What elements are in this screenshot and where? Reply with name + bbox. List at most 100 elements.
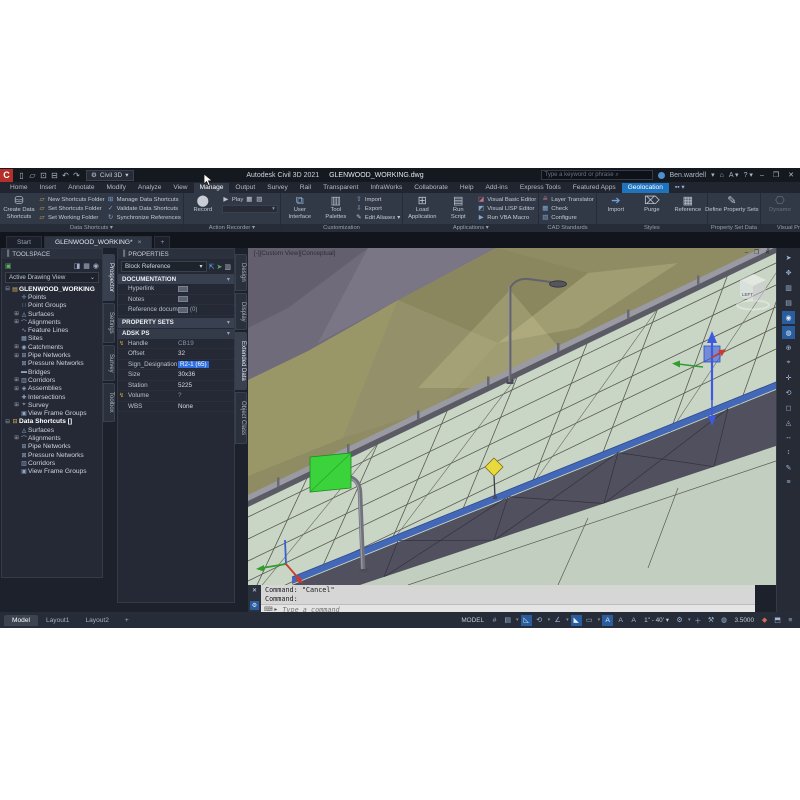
visual-lisp-editor-button[interactable]: ◩Visual LISP Editor (477, 205, 536, 213)
properties-tab-extended-data[interactable]: Extended Data (235, 332, 247, 390)
viewport-controls[interactable]: [-][Custom View][Conceptual] (254, 250, 335, 257)
tree-item-point-groups[interactable]: ∷Point Groups (2, 302, 102, 310)
ribbon-tab-insert[interactable]: Insert (34, 183, 63, 193)
section-property-sets[interactable]: PROPERTY SETS▾ (118, 318, 234, 328)
user-interface-button[interactable]: ⧉UserInterface (283, 194, 317, 220)
pointer-tool-icon[interactable]: ➤ (782, 251, 795, 264)
layout-tab--[interactable]: + (117, 615, 137, 626)
measure-tool-icon[interactable]: ⌖ (782, 356, 795, 369)
isolate-objects-icon[interactable]: ⬒ (772, 615, 783, 626)
chevron-down-icon[interactable]: ▾ (548, 617, 551, 623)
expand-icon[interactable]: ⊞ (13, 344, 20, 350)
annotation-visibility-icon[interactable]: A (602, 615, 613, 626)
ribbon-tab-rail[interactable]: Rail (294, 183, 317, 193)
panel-label[interactable]: Customization (281, 224, 402, 232)
record-button[interactable]: ⬤Record (186, 194, 220, 214)
drag-grip-icon[interactable]: ▐ (5, 251, 9, 257)
expand-icon[interactable]: ⊞ (13, 319, 20, 325)
ribbon-tab-view[interactable]: View (167, 183, 193, 193)
chevron-down-icon[interactable]: ▾ (598, 617, 601, 623)
section-tool-icon[interactable]: ◬ (782, 416, 795, 429)
import-customization-button[interactable]: ⇧Import (355, 196, 400, 204)
help-icon[interactable]: ◉ (93, 262, 99, 270)
play-macro-button[interactable]: ▶Play▦▨ (222, 196, 278, 204)
new-drawing-tab-button[interactable]: + (154, 236, 170, 248)
tool-palettes-button[interactable]: ▥ToolPalettes (319, 194, 353, 220)
manage-data-shortcuts-button[interactable]: ⊞Manage Data Shortcuts (107, 196, 181, 204)
browse-button[interactable] (178, 296, 188, 302)
define-property-sets-button[interactable]: ✎Define Property Sets (710, 194, 754, 214)
ribbon-tab-output[interactable]: Output (229, 183, 261, 193)
list-tool-icon[interactable]: ≡ (782, 476, 795, 489)
panel-label[interactable]: Property Set Data (708, 224, 760, 232)
elevation-tool-icon[interactable]: ↕ (782, 446, 795, 459)
panorama-icon[interactable]: ◨ (74, 262, 81, 270)
collapse-icon[interactable]: ⊟ (4, 419, 11, 425)
ribbon-tab-geolocation[interactable]: Geolocation (622, 183, 669, 193)
tree-item-alignments[interactable]: ⊞⌒Alignments (2, 434, 102, 442)
autodesk-a-icon[interactable]: A ▾ (729, 171, 739, 179)
plot-icon[interactable]: ⊟ (49, 171, 60, 180)
reference-styles-button[interactable]: ▦Reference (671, 194, 705, 214)
new-shortcuts-folder-button[interactable]: ▱New Shortcuts Folder (38, 196, 105, 204)
property-value[interactable]: R2-1 (65) (178, 361, 209, 368)
export-customization-button[interactable]: ⇩Export (355, 205, 400, 213)
properties-tab-display[interactable]: Display (235, 293, 247, 331)
chevron-down-icon[interactable]: ▾ (688, 617, 691, 623)
restore-button[interactable]: ❐ (771, 171, 781, 179)
panel-label[interactable]: Styles (597, 224, 707, 232)
tree-item-corridors[interactable]: ⊞▥Corridors (2, 376, 102, 384)
status-value[interactable]: 3.5000 (731, 617, 757, 624)
app-store-icon[interactable]: ⌂ (720, 172, 724, 179)
customize-command-icon[interactable]: ⚙ (250, 601, 259, 610)
performance-icon[interactable]: ◆ (759, 615, 770, 626)
chevron-down-icon[interactable]: ▾ (711, 171, 715, 179)
section-adsk-ps[interactable]: ADSK PS▾ (118, 329, 234, 339)
drawing-viewport[interactable]: LEFT [-][Custom View][Conceptual] ‒ ❐ ✕ (248, 248, 776, 585)
tree-item-pipe-networks[interactable]: ⊞⊞Pipe Networks (2, 351, 102, 359)
ribbon-tab--[interactable]: ▪▪ ▾ (669, 182, 691, 193)
ribbon-tab-home[interactable]: Home (4, 183, 34, 193)
viewport-window-buttons[interactable]: ‒ ❐ ✕ (745, 249, 772, 256)
tree-item-pressure-networks[interactable]: ⊠Pressure Networks (2, 451, 102, 459)
box-tool-icon[interactable]: ◻ (782, 401, 795, 414)
snap-icon[interactable]: ▤ (502, 615, 513, 626)
browse-button[interactable] (178, 286, 188, 292)
panel-label[interactable]: Applications ▾ (403, 224, 538, 232)
close-command-icon[interactable]: ✕ (252, 587, 257, 594)
palette-tool-icon[interactable]: ▥ (782, 281, 795, 294)
validate-data-shortcuts-button[interactable]: ✓Validate Data Shortcuts (107, 205, 181, 213)
toolspace-tab-toolbox[interactable]: Toolbox (103, 383, 115, 422)
annotation-scale[interactable]: 1" - 40' ▾ (641, 616, 672, 624)
edit-tool-icon[interactable]: ✎ (782, 461, 795, 474)
drag-grip-icon[interactable]: ▐ (121, 251, 125, 257)
workspace-icon[interactable]: ⚙ (674, 615, 685, 626)
property-value[interactable]: 32 (178, 350, 185, 357)
polar-tracking-icon[interactable]: ⟲ (534, 615, 545, 626)
ribbon-tab-survey[interactable]: Survey (261, 183, 294, 193)
tree-item-surfaces[interactable]: ◬Surfaces (2, 426, 102, 434)
close-tab-icon[interactable]: × (138, 239, 142, 246)
ribbon-tab-infraworks[interactable]: InfraWorks (364, 183, 408, 193)
browse-button[interactable] (178, 307, 188, 313)
customization-menu-icon[interactable]: ≡ (785, 615, 796, 626)
help-icon[interactable]: ? ▾ (744, 171, 753, 179)
viewport-canvas[interactable]: LEFT (248, 248, 776, 585)
search-box[interactable]: Type a keyword or phrase ⌕ (541, 170, 653, 180)
property-row-wbs[interactable]: WBSNone (118, 402, 234, 413)
tree-item-view-frame-groups[interactable]: ▣View Frame Groups (2, 468, 102, 476)
expand-icon[interactable]: ⊞ (13, 402, 20, 408)
open-file-icon[interactable]: ▱ (27, 171, 38, 180)
tree-item-catchments[interactable]: ⊞◉Catchments (2, 343, 102, 351)
workspace-selector[interactable]: ⚙ Civil 3D ▾ (86, 170, 134, 181)
object-type-dropdown[interactable]: Block Reference ▾ (121, 261, 207, 272)
view-selector-dropdown[interactable]: Active Drawing View ⌄ (5, 272, 99, 283)
tree-item-assemblies[interactable]: ⊞◈Assemblies (2, 385, 102, 393)
expand-icon[interactable]: ⊞ (13, 435, 20, 441)
run-vba-macro-button[interactable]: ▶Run VBA Macro (477, 214, 536, 222)
tree-item-pressure-networks[interactable]: ⊠Pressure Networks (2, 360, 102, 368)
expand-icon[interactable]: ⊞ (13, 311, 20, 317)
ortho-icon[interactable]: ◺ (521, 615, 532, 626)
layout-tab-layout1[interactable]: Layout1 (38, 615, 77, 626)
geolocation-icon[interactable]: ◍ (718, 615, 729, 626)
